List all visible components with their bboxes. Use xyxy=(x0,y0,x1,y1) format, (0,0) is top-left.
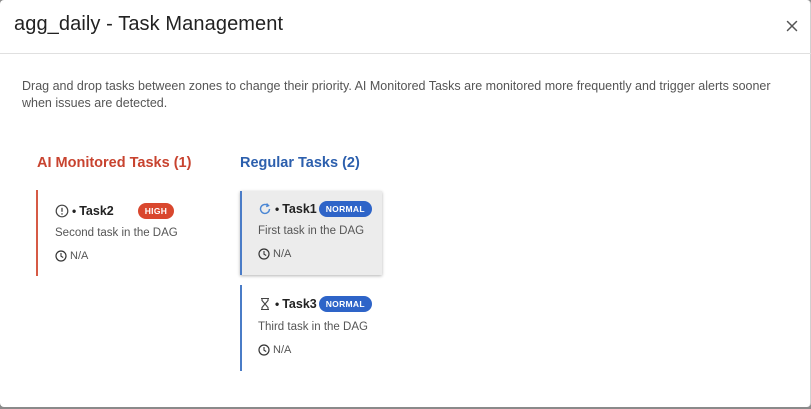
clock-icon xyxy=(258,248,270,260)
regular-zone-title: Regular Tasks (2) xyxy=(240,155,360,171)
refresh-icon xyxy=(258,202,272,216)
task-description: First task in the DAG xyxy=(258,225,365,237)
dialog-title: agg_daily - Task Management xyxy=(14,13,284,35)
alert-circle-icon xyxy=(55,204,69,218)
clock-icon xyxy=(258,344,270,356)
task-time-value: N/A xyxy=(273,248,292,260)
priority-badge: NORMAL xyxy=(318,296,372,312)
task-description: Second task in the DAG xyxy=(55,227,178,239)
task-description: Third task in the DAG xyxy=(258,321,368,333)
task-name: Task1 xyxy=(282,202,317,216)
task-bullet: • xyxy=(72,204,77,218)
dialog-header: agg_daily - Task Management xyxy=(0,0,811,54)
clock-icon xyxy=(55,250,67,262)
task-bullet: • xyxy=(275,297,280,311)
task-time: N/A xyxy=(258,344,291,356)
task-time: N/A xyxy=(258,248,291,260)
task-card-task1[interactable]: • Task1 NORMAL First task in the DAG N/A xyxy=(240,191,382,275)
task-card-header: • Task1 NORMAL xyxy=(258,201,372,217)
ai-monitored-zone-title: AI Monitored Tasks (1) xyxy=(37,155,192,171)
task-name: Task2 xyxy=(79,204,114,218)
task-management-dialog: agg_daily - Task Management Drag and dro… xyxy=(0,0,811,407)
dialog-description: Drag and drop tasks between zones to cha… xyxy=(22,79,771,110)
priority-badge: NORMAL xyxy=(318,201,372,217)
task-name: Task3 xyxy=(282,297,317,311)
task-card-task2[interactable]: • Task2 HIGH Second task in the DAG N/A xyxy=(36,190,196,276)
hourglass-icon xyxy=(258,297,272,311)
task-card-header: • Task3 NORMAL xyxy=(258,296,372,312)
close-icon[interactable] xyxy=(783,17,801,35)
task-bullet: • xyxy=(275,202,280,216)
task-card-header: • Task2 HIGH xyxy=(55,203,175,219)
task-time: N/A xyxy=(55,250,88,262)
priority-badge: HIGH xyxy=(137,203,175,219)
task-time-value: N/A xyxy=(70,250,89,262)
task-card-task3[interactable]: • Task3 NORMAL Third task in the DAG N/A xyxy=(240,285,382,371)
task-time-value: N/A xyxy=(273,344,292,356)
